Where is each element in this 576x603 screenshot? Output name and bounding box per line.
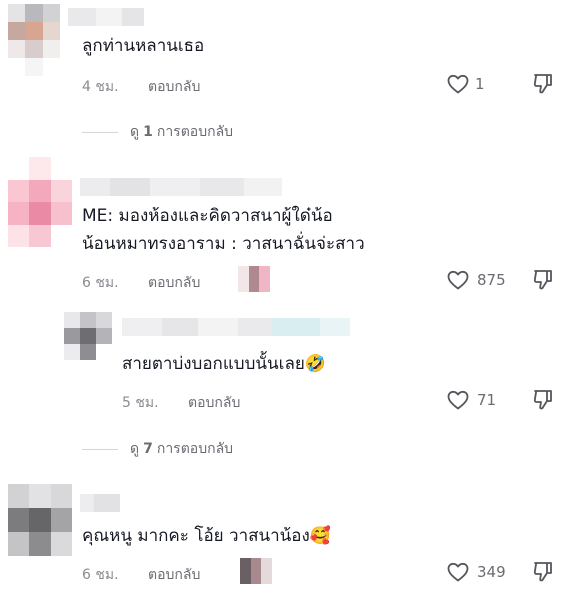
- comment-text: สายตาบ่งบอกแบบนั้นเลย🤣: [122, 354, 326, 374]
- reaction-sticker: [240, 558, 272, 584]
- comment-time: 6 ชม.: [82, 567, 119, 583]
- like-count: 71: [477, 391, 497, 409]
- comment-time: 4 ชม.: [82, 79, 119, 95]
- heart-outline-icon[interactable]: [446, 388, 470, 412]
- avatar[interactable]: [64, 312, 112, 360]
- comment-text-line-1: ME: มองห้องและคิดวาสนาผู้ใด๋น้อ: [82, 206, 333, 226]
- view-replies-suffix: การตอบกลับ: [156, 124, 234, 140]
- comment-time: 6 ชม.: [82, 275, 119, 291]
- thumbs-down-icon[interactable]: [532, 388, 554, 412]
- view-replies-suffix: การตอบกลับ: [156, 441, 234, 457]
- reply-button[interactable]: ตอบกลับ: [148, 76, 200, 98]
- avatar[interactable]: [8, 157, 72, 247]
- thumbs-down-icon[interactable]: [532, 72, 554, 96]
- thumbs-down-icon[interactable]: [532, 268, 554, 292]
- username-redacted[interactable]: [68, 8, 144, 26]
- comment-text: ลูกท่านหลานเธอ: [82, 36, 205, 56]
- comment-text-line-2: น้อนหมาทรงอาราม : วาสนาฉั่นจ่ะสาว: [82, 234, 365, 254]
- comment-text: คุณหนู มากคะ โอ้ย วาสนาน้อง🥰: [82, 526, 331, 546]
- username-redacted[interactable]: [122, 318, 350, 336]
- divider-line: [82, 448, 118, 450]
- like-count: 349: [477, 563, 506, 581]
- like-count: 1: [475, 75, 485, 93]
- view-replies-prefix: ดู: [130, 124, 140, 140]
- divider-line: [82, 131, 118, 133]
- username-redacted[interactable]: [80, 178, 282, 196]
- avatar[interactable]: [8, 4, 60, 76]
- view-replies-prefix: ดู: [130, 441, 140, 457]
- reply-button[interactable]: ตอบกลับ: [148, 272, 200, 294]
- view-replies-count: 1: [143, 124, 153, 140]
- comment-time: 5 ชม.: [122, 395, 159, 411]
- reply-button[interactable]: ตอบกลับ: [188, 392, 240, 414]
- avatar[interactable]: [8, 484, 72, 556]
- heart-outline-icon[interactable]: [446, 72, 470, 96]
- view-replies-count: 7: [143, 441, 153, 457]
- like-count: 875: [477, 271, 506, 289]
- view-replies-button[interactable]: ดู 7 การตอบกลับ: [82, 438, 233, 460]
- thumbs-down-icon[interactable]: [532, 560, 554, 584]
- view-replies-button[interactable]: ดู 1 การตอบกลับ: [82, 121, 233, 143]
- username-redacted[interactable]: [80, 494, 120, 512]
- reply-button[interactable]: ตอบกลับ: [148, 564, 200, 586]
- heart-outline-icon[interactable]: [446, 268, 470, 292]
- reaction-sticker: [238, 266, 270, 292]
- heart-outline-icon[interactable]: [446, 560, 470, 584]
